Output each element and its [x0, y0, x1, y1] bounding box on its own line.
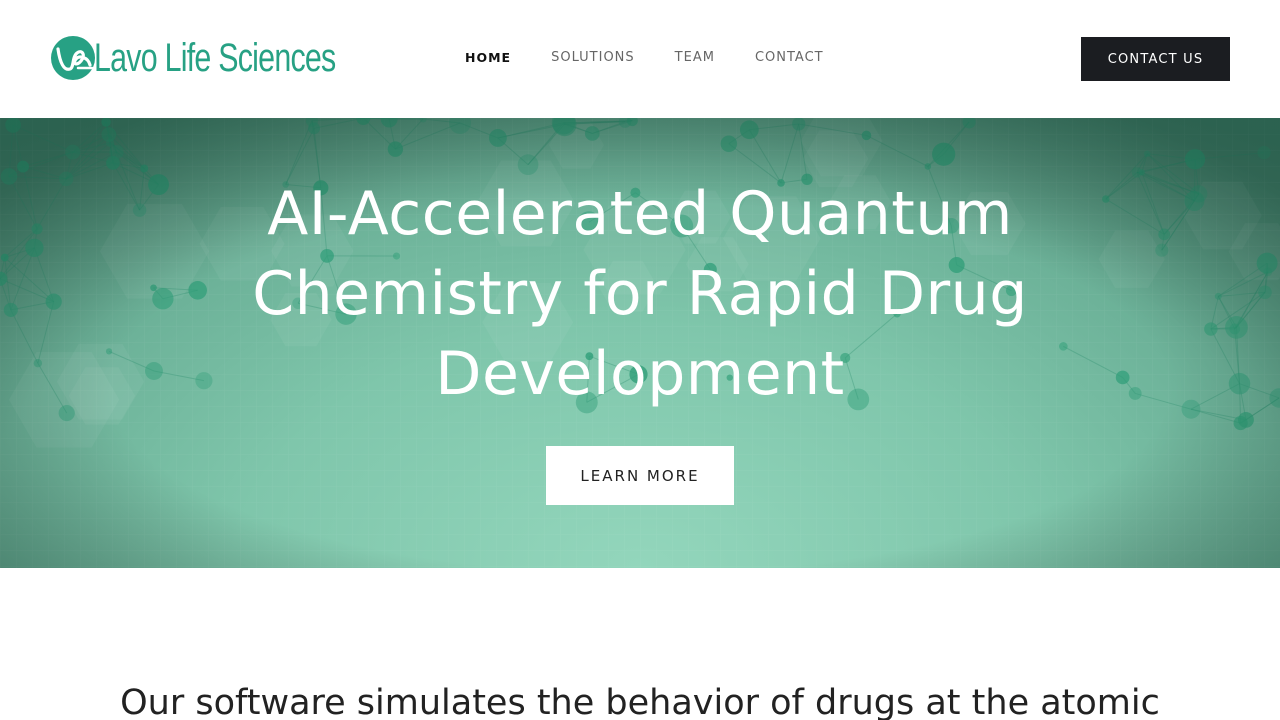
intro-text: Our software simulates the behavior of d…: [120, 683, 1160, 720]
nav-contact[interactable]: CONTACT: [755, 49, 824, 67]
brand-logo[interactable]: Lavo Life Sciences: [50, 34, 412, 82]
logo-mark-icon: [51, 36, 95, 80]
nav-solutions[interactable]: SOLUTIONS: [551, 49, 635, 67]
hero-title-line-3: Development: [435, 339, 845, 409]
contact-us-button[interactable]: CONTACT US: [1081, 37, 1230, 81]
hero-title-line-1: AI-Accelerated Quantum: [267, 179, 1013, 249]
site-header: Lavo Life Sciences HOME SOLUTIONS TEAM C…: [0, 0, 1280, 118]
hero-title: AI-Accelerated Quantum Chemistry for Rap…: [140, 174, 1140, 414]
hero-title-line-2: Chemistry for Rapid Drug: [252, 259, 1028, 329]
learn-more-button[interactable]: LEARN MORE: [546, 446, 734, 505]
hero-section: AI-Accelerated Quantum Chemistry for Rap…: [0, 118, 1280, 568]
nav-team[interactable]: TEAM: [675, 49, 715, 67]
nav-home[interactable]: HOME: [465, 49, 511, 67]
brand-name: Lavo Life Sciences: [94, 36, 336, 80]
intro-section: Our software simulates the behavior of d…: [0, 568, 1280, 720]
main-nav: HOME SOLUTIONS TEAM CONTACT: [465, 49, 864, 67]
